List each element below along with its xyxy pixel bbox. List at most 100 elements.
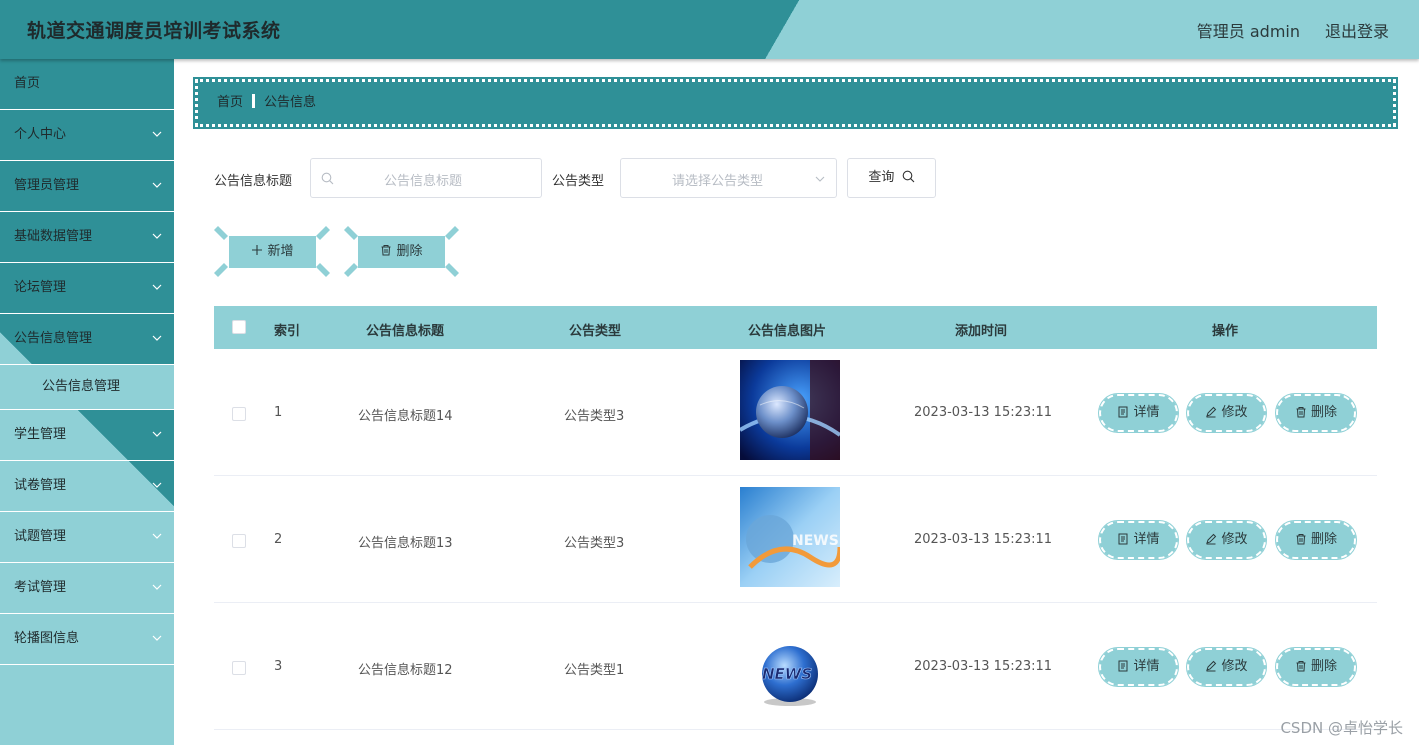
query-button[interactable]: 查询: [847, 158, 936, 198]
sidebar-item-label: 试题管理: [14, 529, 67, 544]
sidebar-item-label: 首页: [14, 76, 41, 91]
sidebar-item-students[interactable]: 学生管理: [0, 410, 174, 461]
breadcrumb-current: 公告信息: [264, 95, 317, 110]
chevron-down-icon: [152, 533, 162, 539]
column-header-time: 添加时间: [955, 324, 1008, 339]
row-checkbox[interactable]: [232, 661, 246, 675]
delete-button-label: 删除: [1310, 659, 1337, 674]
column-header-image: 公告信息图片: [748, 324, 827, 339]
corner-decoration: [445, 226, 459, 240]
news-globe-image[interactable]: NEWS: [740, 614, 840, 714]
chevron-down-icon: [152, 584, 162, 590]
logout-link[interactable]: 退出登录: [1325, 18, 1389, 42]
delete-button-label: 删除: [1310, 405, 1337, 420]
row-index: 3: [274, 659, 283, 674]
type-select-placeholder: 请选择公告类型: [672, 174, 764, 189]
detail-button-label: 详情: [1133, 405, 1160, 420]
search-icon: [321, 172, 334, 185]
add-button-label: 新增: [267, 244, 294, 259]
row-index: 2: [274, 532, 283, 547]
sidebar-item-questions[interactable]: 试题管理: [0, 512, 174, 563]
sidebar-item-exams[interactable]: 考试管理: [0, 563, 174, 614]
sidebar-item-announcement[interactable]: 公告信息管理: [0, 314, 174, 365]
row-title: 公告信息标题13: [358, 536, 453, 551]
sidebar-item-home[interactable]: 首页: [0, 59, 174, 110]
detail-button[interactable]: 详情: [1098, 520, 1179, 560]
sidebar-item-personal-center[interactable]: 个人中心: [0, 110, 174, 161]
search-icon: [902, 170, 914, 183]
sidebar-item-label: 学生管理: [14, 427, 67, 442]
column-header-type: 公告类型: [569, 324, 622, 339]
document-icon: [1118, 533, 1128, 545]
title-search-label: 公告信息标题: [214, 174, 293, 189]
row-time: 2023-03-13 15:23:11: [914, 659, 1053, 674]
edit-button[interactable]: 修改: [1186, 647, 1267, 687]
title-search-input[interactable]: 公告信息标题: [310, 158, 542, 198]
svg-text:NEWS: NEWS: [762, 665, 812, 683]
admin-user-label: 管理员 admin: [1196, 22, 1300, 41]
chevron-down-icon: [815, 176, 825, 182]
batch-delete-button-label: 删除: [396, 244, 423, 259]
add-button[interactable]: 新增: [229, 236, 316, 268]
corner-decoration: [214, 226, 228, 240]
edit-button-label: 修改: [1221, 532, 1248, 547]
row-type: 公告类型1: [564, 663, 625, 678]
breadcrumb-separator: [252, 94, 256, 108]
globe-image[interactable]: [740, 360, 840, 460]
sidebar-item-label: 个人中心: [14, 127, 67, 142]
edit-icon: [1206, 406, 1217, 418]
sidebar-item-label: 管理员管理: [14, 178, 80, 193]
delete-button[interactable]: 删除: [1275, 393, 1357, 433]
delete-button-label: 删除: [1310, 532, 1337, 547]
sidebar-item-label: 论坛管理: [14, 280, 67, 295]
sidebar-item-carousel[interactable]: 轮播图信息: [0, 614, 174, 665]
row-checkbox[interactable]: [232, 407, 246, 421]
select-all-checkbox[interactable]: [232, 320, 246, 334]
row-checkbox[interactable]: [232, 534, 246, 548]
news-image[interactable]: NEWS: [740, 487, 840, 587]
corner-decoration: [344, 263, 358, 277]
chevron-down-icon: [152, 233, 162, 239]
corner-decoration: [344, 226, 358, 240]
document-icon: [1118, 406, 1128, 418]
watermark: CSDN @卓怡学长: [1280, 719, 1403, 737]
breadcrumb: 首页 公告信息: [193, 77, 1398, 129]
edit-icon: [1206, 533, 1217, 545]
sidebar-item-label: 试卷管理: [14, 478, 67, 493]
svg-text:NEWS: NEWS: [792, 533, 839, 549]
corner-decoration: [445, 263, 459, 277]
row-index: 1: [274, 405, 283, 420]
sidebar-item-basic-data[interactable]: 基础数据管理: [0, 212, 174, 263]
table-header: 索引 公告信息标题 公告类型 公告信息图片 添加时间 操作: [214, 306, 1377, 349]
sidebar-subitem-announcement-management[interactable]: 公告信息管理: [0, 365, 174, 410]
row-time: 2023-03-13 15:23:11: [914, 532, 1053, 547]
edit-button[interactable]: 修改: [1186, 393, 1267, 433]
breadcrumb-home[interactable]: 首页: [217, 95, 243, 110]
sidebar-item-forum[interactable]: 论坛管理: [0, 263, 174, 314]
edit-button[interactable]: 修改: [1186, 520, 1267, 560]
edit-icon: [1206, 660, 1217, 672]
detail-button[interactable]: 详情: [1098, 647, 1179, 687]
column-header-index: 索引: [274, 324, 301, 339]
sidebar-item-admin-management[interactable]: 管理员管理: [0, 161, 174, 212]
row-title: 公告信息标题14: [358, 409, 453, 424]
query-button-label: 查询: [868, 170, 895, 185]
chevron-down-icon: [152, 284, 162, 290]
sidebar-item-label: 轮播图信息: [14, 631, 80, 646]
delete-button[interactable]: 删除: [1275, 520, 1357, 560]
corner-decoration: [316, 263, 330, 277]
table-row: 3 公告信息标题12 公告类型1 NEWS 2023-03-13 15:23:1…: [214, 603, 1377, 730]
type-select[interactable]: 请选择公告类型: [620, 158, 837, 198]
sidebar-item-papers[interactable]: 试卷管理: [0, 461, 174, 512]
plus-icon: [252, 245, 263, 255]
sidebar-item-label: 公告信息管理: [14, 331, 93, 346]
delete-button[interactable]: 删除: [1275, 647, 1357, 687]
batch-delete-button[interactable]: 删除: [358, 236, 445, 268]
sidebar: 首页 个人中心 管理员管理 基础数据管理 论坛管理 公告信息管理 公告信息管理 …: [0, 59, 174, 745]
title-search-placeholder: 公告信息标题: [384, 174, 463, 189]
chevron-down-icon: [152, 131, 162, 137]
app-title: 轨道交通调度员培训考试系统: [27, 20, 281, 42]
detail-button[interactable]: 详情: [1098, 393, 1179, 433]
top-header: 轨道交通调度员培训考试系统 管理员 admin 退出登录: [0, 0, 1419, 59]
trash-icon: [381, 245, 391, 256]
